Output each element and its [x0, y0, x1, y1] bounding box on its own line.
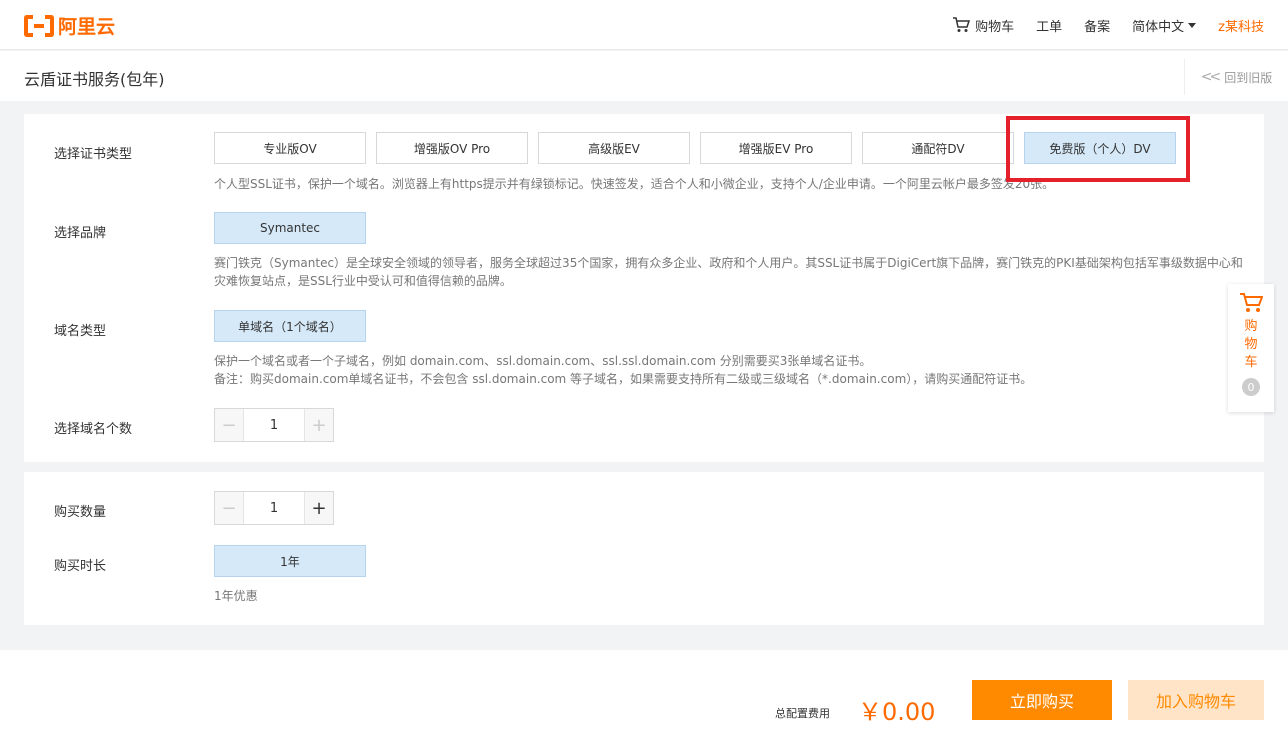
brand-description-line2: 灾难恢复站点，是SSL行业中受认可和值得信赖的品牌。: [214, 274, 512, 288]
highlight-free-dv: [1006, 116, 1190, 182]
add-to-cart-button[interactable]: 加入购物车: [1128, 680, 1264, 720]
top-nav: 购物车 工单 备案 简体中文 z某科技: [952, 0, 1264, 50]
aliyun-logo-icon: [24, 14, 54, 37]
cert-type-option-ov[interactable]: 专业版OV: [214, 132, 366, 164]
domain-count-stepper: − 1 +: [214, 408, 334, 442]
domain-count-decrement-button[interactable]: −: [215, 409, 243, 441]
cert-type-option-wildcard-dv[interactable]: 通配符DV: [862, 132, 1014, 164]
language-select[interactable]: 简体中文: [1132, 16, 1197, 35]
purchase-panel: 购买数量 − 1 + 购买时长 1年 1年优惠: [24, 472, 1264, 625]
domain-type-label: 域名类型: [54, 324, 107, 339]
cart-icon: [1240, 293, 1263, 312]
duration-label: 购买时长: [54, 559, 107, 574]
domain-count-value[interactable]: 1: [243, 409, 305, 441]
duration-note: 1年优惠: [214, 589, 258, 603]
title-bar: 云盾证书服务(包年) << 回到旧版: [0, 51, 1288, 101]
cert-type-label: 选择证书类型: [54, 147, 133, 162]
brand-label: 选择品牌: [54, 226, 107, 241]
order-footer: 总配置费用 ￥0.00 立即购买 加入购物车: [0, 650, 1288, 749]
language-label: 简体中文: [1132, 19, 1185, 35]
floating-cart-label: 购物车: [1244, 319, 1258, 370]
brand-option-symantec[interactable]: Symantec: [214, 212, 366, 244]
domain-count-increment-button[interactable]: +: [305, 409, 333, 441]
cert-type-option-ev-pro[interactable]: 增强版EV Pro: [700, 132, 852, 164]
nav-icp[interactable]: 备案: [1084, 16, 1110, 35]
brand-description-line1: 赛门铁克（Symantec）是全球安全领域的领导者，服务全球超过35个国家，拥有…: [214, 256, 1243, 270]
quantity-increment-button[interactable]: +: [305, 492, 333, 524]
buy-now-button[interactable]: 立即购买: [972, 680, 1112, 720]
back-old-label: 回到旧版: [1224, 70, 1273, 85]
domain-count-label: 选择域名个数: [54, 422, 133, 437]
total-cost-label: 总配置费用: [775, 707, 830, 720]
cert-type-option-ev[interactable]: 高级版EV: [538, 132, 690, 164]
page-title: 云盾证书服务(包年): [24, 70, 165, 89]
back-to-old-version-button[interactable]: << 回到旧版: [1184, 59, 1288, 95]
quantity-value[interactable]: 1: [243, 492, 305, 524]
cert-type-option-ov-pro[interactable]: 增强版OV Pro: [376, 132, 528, 164]
double-chevron-left-icon: <<: [1200, 69, 1222, 85]
aliyun-logo[interactable]: 阿里云: [24, 12, 115, 39]
nav-cart-label: 购物车: [975, 19, 1015, 35]
user-account[interactable]: z某科技: [1218, 16, 1264, 35]
domain-type-description-line2: 备注：购买domain.com单域名证书，不会包含 ssl.domain.com…: [214, 372, 1033, 386]
nav-ticket[interactable]: 工单: [1036, 16, 1062, 35]
top-navbar: 阿里云 购物车 工单 备案 简体中文 z某科技: [0, 0, 1288, 50]
quantity-decrement-button[interactable]: −: [215, 492, 243, 524]
nav-cart[interactable]: 购物车: [952, 16, 1014, 35]
duration-option-1-year[interactable]: 1年: [214, 545, 366, 577]
logo-text: 阿里云: [58, 16, 116, 38]
quantity-stepper: − 1 +: [214, 491, 334, 525]
total-price: ￥0.00: [858, 698, 936, 726]
domain-type-description-line1: 保护一个域名或者一个子域名，例如 domain.com、ssl.domain.c…: [214, 354, 872, 368]
cart-icon: [953, 17, 971, 32]
domain-type-option-single[interactable]: 单域名（1个域名）: [214, 310, 366, 342]
floating-cart[interactable]: 购物车 0: [1228, 284, 1274, 412]
chevron-down-icon: [1188, 22, 1197, 28]
quantity-label: 购买数量: [54, 505, 107, 520]
cart-count-badge: 0: [1242, 378, 1260, 396]
